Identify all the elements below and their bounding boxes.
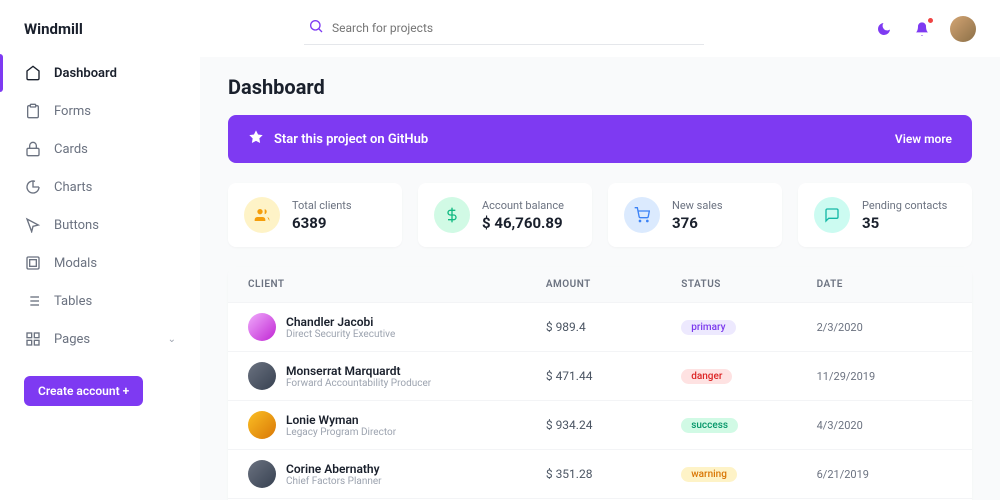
- client-amount: $ 934.24: [546, 418, 681, 432]
- sidebar-item-label: Forms: [54, 104, 91, 119]
- sidebar-item-dashboard[interactable]: Dashboard: [0, 54, 200, 92]
- stat-label: Total clients: [292, 199, 352, 212]
- stat-value: 6389: [292, 214, 352, 232]
- sidebar-item-label: Charts: [54, 180, 92, 195]
- sidebar: Windmill Dashboard Forms Cards Charts Button…: [0, 0, 200, 500]
- banner-text: Star this project on GitHub: [274, 132, 428, 147]
- star-icon: [248, 129, 264, 149]
- stat-icon: [814, 197, 850, 233]
- layers-icon: [24, 254, 42, 272]
- stat-icon: [624, 197, 660, 233]
- stat-label: Pending contacts: [862, 199, 947, 212]
- notifications-button[interactable]: [912, 19, 932, 39]
- client-name: Corine Abernathy: [286, 462, 382, 476]
- notification-dot: [927, 17, 934, 24]
- stat-label: New sales: [672, 199, 723, 212]
- th-status: STATUS: [681, 279, 816, 290]
- sidebar-item-charts[interactable]: Charts: [0, 168, 200, 206]
- search-wrap[interactable]: [304, 12, 704, 45]
- status-badge: success: [681, 418, 738, 433]
- status-badge: danger: [681, 369, 732, 384]
- client-role: Legacy Program Director: [286, 427, 396, 438]
- stat-icon: [244, 197, 280, 233]
- sidebar-item-buttons[interactable]: Buttons: [0, 206, 200, 244]
- th-client: CLIENT: [248, 279, 546, 290]
- table-row[interactable]: Corine AbernathyChief Factors Planner $ 3…: [228, 450, 972, 499]
- client-avatar: [248, 411, 276, 439]
- list-icon: [24, 292, 42, 310]
- stat-icon: [434, 197, 470, 233]
- clients-table: CLIENT AMOUNT STATUS DATE Chandler Jacob…: [228, 267, 972, 500]
- chart-icon: [24, 178, 42, 196]
- client-amount: $ 351.28: [546, 467, 681, 481]
- client-name: Monserrat Marquardt: [286, 364, 431, 378]
- stat-value: $ 46,760.89: [482, 214, 564, 232]
- search-icon: [308, 18, 324, 38]
- page-title: Dashboard: [228, 75, 972, 99]
- client-date: 11/29/2019: [817, 370, 952, 383]
- status-badge: warning: [681, 467, 737, 482]
- stat-label: Account balance: [482, 199, 564, 212]
- topbar: [200, 0, 1000, 57]
- banner-link[interactable]: View more: [895, 132, 952, 146]
- th-date: DATE: [817, 279, 952, 290]
- search-input[interactable]: [332, 21, 700, 35]
- status-badge: primary: [681, 320, 735, 335]
- table-row[interactable]: Chandler JacobiDirect Security Executive…: [228, 303, 972, 352]
- stat-card: New sales 376: [608, 183, 782, 247]
- th-amount: AMOUNT: [546, 279, 681, 290]
- create-account-button[interactable]: Create account +: [24, 376, 143, 406]
- client-avatar: [248, 460, 276, 488]
- sidebar-item-pages[interactable]: Pages ⌄: [0, 320, 200, 358]
- clipboard-icon: [24, 102, 42, 120]
- github-banner[interactable]: Star this project on GitHub View more: [228, 115, 972, 163]
- stat-card: Account balance $ 46,760.89: [418, 183, 592, 247]
- stat-card: Pending contacts 35: [798, 183, 972, 247]
- client-avatar: [248, 313, 276, 341]
- stat-card: Total clients 6389: [228, 183, 402, 247]
- stat-value: 376: [672, 214, 723, 232]
- client-date: 4/3/2020: [817, 419, 952, 432]
- client-date: 2/3/2020: [817, 321, 952, 334]
- client-role: Chief Factors Planner: [286, 476, 382, 487]
- client-avatar: [248, 362, 276, 390]
- sidebar-item-tables[interactable]: Tables: [0, 282, 200, 320]
- lock-icon: [24, 140, 42, 158]
- sidebar-item-label: Dashboard: [54, 66, 117, 81]
- table-row[interactable]: Monserrat MarquardtForward Accountabilit…: [228, 352, 972, 401]
- home-icon: [24, 64, 42, 82]
- sidebar-item-forms[interactable]: Forms: [0, 92, 200, 130]
- sidebar-item-label: Tables: [54, 294, 92, 309]
- sidebar-item-cards[interactable]: Cards: [0, 130, 200, 168]
- client-date: 6/21/2019: [817, 468, 952, 481]
- user-avatar[interactable]: [950, 16, 976, 42]
- sidebar-item-label: Buttons: [54, 218, 99, 233]
- sidebar-item-label: Modals: [54, 256, 97, 271]
- brand-logo: Windmill: [0, 20, 200, 54]
- sidebar-item-modals[interactable]: Modals: [0, 244, 200, 282]
- cursor-icon: [24, 216, 42, 234]
- table-row[interactable]: Lonie WymanLegacy Program Director $ 934.…: [228, 401, 972, 450]
- table-header: CLIENT AMOUNT STATUS DATE: [228, 267, 972, 303]
- client-amount: $ 471.44: [546, 369, 681, 383]
- client-name: Lonie Wyman: [286, 413, 396, 427]
- sidebar-item-label: Cards: [54, 142, 88, 157]
- client-role: Direct Security Executive: [286, 329, 395, 340]
- client-name: Chandler Jacobi: [286, 315, 395, 329]
- chevron-down-icon: ⌄: [168, 334, 176, 345]
- stat-value: 35: [862, 214, 947, 232]
- client-role: Forward Accountability Producer: [286, 378, 431, 389]
- grid-icon: [24, 330, 42, 348]
- sidebar-item-label: Pages: [54, 332, 90, 347]
- client-amount: $ 989.4: [546, 320, 681, 334]
- theme-toggle[interactable]: [874, 19, 894, 39]
